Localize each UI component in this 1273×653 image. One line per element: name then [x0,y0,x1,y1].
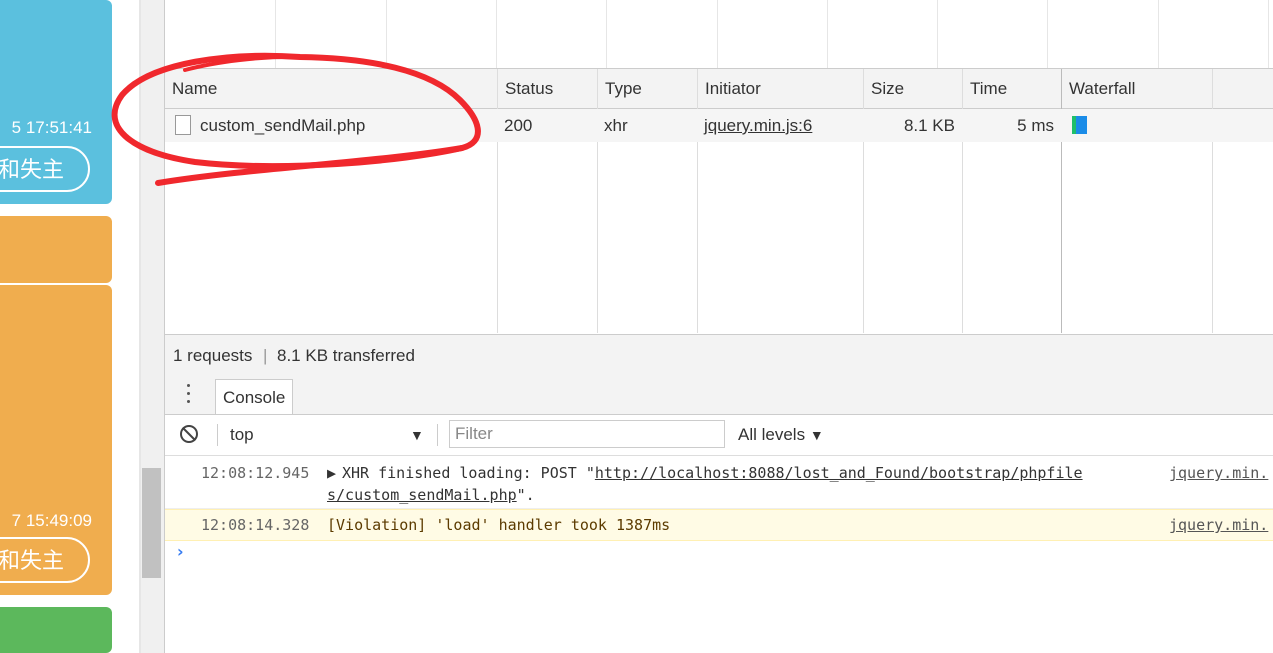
dropdown-arrow-icon: ▼ [809,427,824,443]
column-header-waterfall[interactable]: Waterfall [1062,69,1212,108]
notice-card-1: 5 17:51:41 和失主 [0,0,112,204]
console-prompt-icon[interactable]: › [177,542,184,561]
message-source-link[interactable]: jquery.min. [1169,464,1268,482]
message-timestamp: 12:08:14.328 [201,516,310,534]
message-text: [Violation] 'load' handler took 1387ms [327,516,671,534]
dropdown-arrow-icon[interactable]: ▼ [410,415,424,455]
notice-card-4 [0,607,112,653]
scrollbar-thumb[interactable] [142,468,161,578]
clear-console-icon[interactable] [180,425,198,443]
console-violation-message: 12:08:14.328 [Violation] 'load' handler … [165,509,1273,541]
request-initiator-link[interactable]: jquery.min.js:6 [704,109,812,142]
request-size: 8.1 KB [903,116,955,135]
message-url-link[interactable]: s/custom_sendMail.php [327,486,517,504]
request-time: 5 ms [1017,116,1054,135]
network-request-row[interactable]: custom_sendMail.php 200 xhr jquery.min.j… [165,109,1273,142]
console-message: 12:08:12.945 ▶ XHR finished loading: POS… [165,460,1273,509]
column-header-time[interactable]: Time [963,69,1062,108]
column-header-name[interactable]: Name [165,69,498,108]
page-scrollbar[interactable] [139,0,165,653]
contact-owner-button[interactable]: 和失主 [0,537,90,583]
console-toolbar: top ▼ All levels ▼ [165,415,1273,456]
network-summary-bar: 1 requests | 8.1 KB transferred [165,334,1273,375]
card-timestamp: 5 17:51:41 [11,118,92,137]
request-name[interactable]: custom_sendMail.php [200,109,365,142]
network-table-header: Name Status Type Initiator Size Time Wat… [165,69,1273,109]
expand-triangle-icon[interactable]: ▶ [327,464,336,482]
message-source-link[interactable]: jquery.min. [1169,516,1268,534]
more-vert-icon[interactable] [183,384,193,406]
column-header-type[interactable]: Type [598,69,698,108]
transferred-size: 8.1 KB transferred [277,346,415,365]
tab-console[interactable]: Console [215,379,294,414]
waterfall-bar-download [1076,116,1087,134]
notice-card-2 [0,216,112,283]
message-url-link[interactable]: http://localhost:8088/lost_and_Found/boo… [595,464,1083,482]
devtools-panel: Name Status Type Initiator Size Time Wat… [165,0,1273,653]
request-status: 200 [504,116,533,135]
log-levels-dropdown[interactable]: All levels ▼ [738,415,824,455]
network-overview [165,0,1273,69]
contact-owner-button[interactable]: 和失主 [0,146,90,192]
request-type: xhr [604,116,628,135]
card-timestamp: 7 15:49:09 [11,511,92,530]
column-header-status[interactable]: Status [498,69,598,108]
column-header-initiator[interactable]: Initiator [698,69,864,108]
file-icon [175,115,191,135]
console-filter-input[interactable] [449,420,725,448]
column-header-size[interactable]: Size [864,69,963,108]
message-timestamp: 12:08:12.945 [201,464,310,482]
notice-card-3: 7 15:49:09 和失主 [0,285,112,595]
request-count: 1 requests [173,346,253,365]
drawer-tab-bar: Console [165,374,1273,415]
context-selector[interactable]: top [230,415,426,455]
